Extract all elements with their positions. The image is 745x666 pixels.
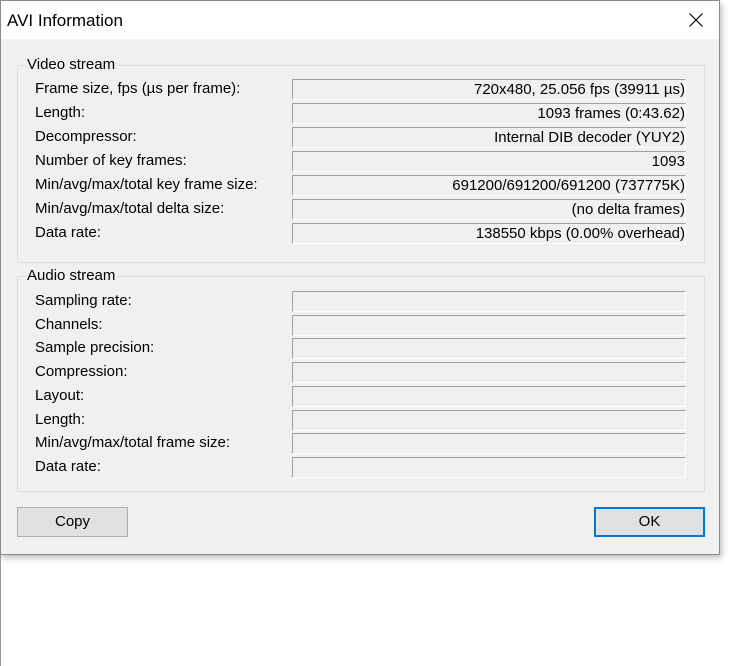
close-icon xyxy=(689,13,703,27)
audio-row-compression: Compression: xyxy=(35,362,690,384)
row-label: Layout: xyxy=(35,387,85,404)
close-button[interactable] xyxy=(673,1,719,39)
dialog-title: AVI Information xyxy=(7,11,123,30)
row-label: Data rate: xyxy=(35,224,101,241)
row-label: Frame size, fps (µs per frame): xyxy=(35,80,241,97)
audio-row-data-rate: Data rate: xyxy=(35,457,690,479)
row-label: Min/avg/max/total delta size: xyxy=(35,200,225,217)
row-label: Min/avg/max/total key frame size: xyxy=(35,176,258,193)
audio-row-length: Length: xyxy=(35,410,690,432)
video-stream-title: Video stream xyxy=(25,56,118,73)
ok-button[interactable]: OK xyxy=(594,507,705,537)
row-value: Internal DIB decoder (YUY2) xyxy=(292,127,686,148)
row-value: 1093 xyxy=(292,151,686,172)
row-value xyxy=(292,410,686,431)
row-value: (no delta frames) xyxy=(292,199,686,220)
row-value: 691200/691200/691200 (737775K) xyxy=(292,175,686,196)
row-value xyxy=(292,433,686,454)
row-label: Sample precision: xyxy=(35,339,155,356)
title-bar[interactable]: AVI Information xyxy=(1,1,719,39)
row-label: Number of key frames: xyxy=(35,152,187,169)
video-row-length: Length: 1093 frames (0:43.62) xyxy=(35,103,690,125)
audio-row-sampling-rate: Sampling rate: xyxy=(35,291,690,313)
row-label: Length: xyxy=(35,411,86,428)
row-value xyxy=(292,315,686,336)
row-value xyxy=(292,457,686,478)
video-row-decompressor: Decompressor: Internal DIB decoder (YUY2… xyxy=(35,127,690,149)
audio-row-frame-size: Min/avg/max/total frame size: xyxy=(35,433,690,455)
row-value: 138550 kbps (0.00% overhead) xyxy=(292,223,686,244)
video-row-key-frame-size: Min/avg/max/total key frame size: 691200… xyxy=(35,175,690,197)
video-row-data-rate: Data rate: 138550 kbps (0.00% overhead) xyxy=(35,223,690,245)
audio-row-channels: Channels: xyxy=(35,315,690,337)
audio-stream-title: Audio stream xyxy=(25,267,118,284)
video-row-key-frames: Number of key frames: 1093 xyxy=(35,151,690,173)
copy-button[interactable]: Copy xyxy=(17,507,128,537)
audio-row-layout: Layout: xyxy=(35,386,690,408)
video-row-frame-size: Frame size, fps (µs per frame): 720x480,… xyxy=(35,79,690,101)
row-label: Decompressor: xyxy=(35,128,137,145)
row-label: Data rate: xyxy=(35,458,101,475)
row-value: 1093 frames (0:43.62) xyxy=(292,103,686,124)
row-value xyxy=(292,338,686,359)
audio-stream-group: Audio stream Sampling rate: Channels: Sa… xyxy=(17,267,705,492)
video-stream-group: Video stream Frame size, fps (µs per fra… xyxy=(17,56,705,263)
row-label: Sampling rate: xyxy=(35,292,132,309)
row-value xyxy=(292,362,686,383)
avi-information-dialog: AVI Information Video stream Frame size,… xyxy=(0,0,720,555)
video-row-delta-size: Min/avg/max/total delta size: (no delta … xyxy=(35,199,690,221)
row-label: Channels: xyxy=(35,316,103,333)
row-label: Min/avg/max/total frame size: xyxy=(35,434,231,451)
row-label: Length: xyxy=(35,104,86,121)
row-value: 720x480, 25.056 fps (39911 µs) xyxy=(292,79,686,100)
audio-row-sample-precision: Sample precision: xyxy=(35,338,690,360)
row-label: Compression: xyxy=(35,363,128,380)
row-value xyxy=(292,386,686,407)
row-value xyxy=(292,291,686,312)
